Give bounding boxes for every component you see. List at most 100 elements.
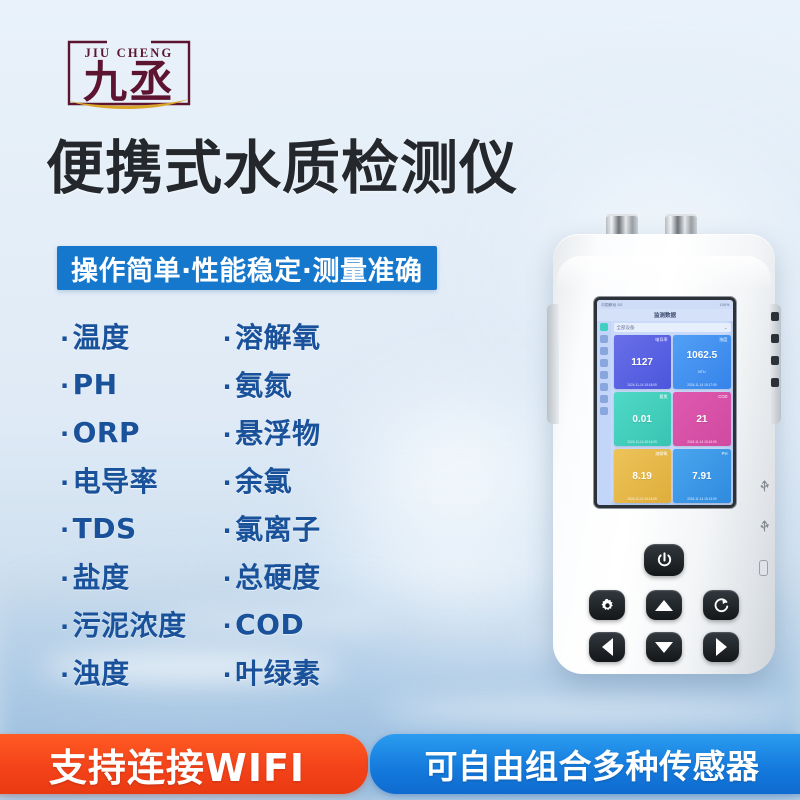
- device-selector-dropdown[interactable]: 全部设备 ⌄: [613, 323, 731, 332]
- bullet-icon: ·: [222, 517, 233, 545]
- feature-item-temperature: · 温度: [60, 316, 222, 356]
- sidebar-item-qrcode-icon[interactable]: [600, 407, 608, 415]
- feature-item-chlorophyll: · 叶绿素: [222, 652, 380, 692]
- wifi-banner-text: 支持连接WIFI: [48, 745, 306, 790]
- device-side-rail-left: [547, 304, 559, 424]
- feature-item-cod: · COD: [222, 608, 380, 641]
- measurement-card-conductivity[interactable]: 电导率 1127 2024-11-14 15:18:09: [613, 334, 671, 389]
- chevron-down-icon: [655, 641, 673, 653]
- card-label: COD: [718, 393, 728, 399]
- bullet-icon: ·: [60, 515, 70, 544]
- device-grip-notch: [771, 356, 779, 365]
- card-value: 21: [696, 413, 708, 425]
- card-value: 7.91: [692, 470, 712, 482]
- up-button[interactable]: [646, 590, 682, 620]
- logo-swoosh-icon: [69, 99, 189, 110]
- measurement-card-dissolved-oxygen[interactable]: 溶解氧 8.19 2024-11-14 15:14:09: [613, 448, 671, 503]
- bullet-icon: ·: [60, 325, 70, 353]
- brand-logo: JIU CHENG 九丞: [55, 34, 203, 118]
- power-button[interactable]: [644, 544, 684, 576]
- screen-content: 全部设备 ⌄ 电导率 1127 2024-11-14 15:18:09 浊度 1…: [611, 321, 733, 505]
- measurement-card-cod[interactable]: COD 21 2024-11-14 15:15:09: [673, 391, 731, 446]
- refresh-button[interactable]: [703, 590, 739, 620]
- feature-label: 余氯: [235, 465, 293, 498]
- feature-label: 叶绿素: [235, 657, 321, 690]
- feature-row: · 温度 · 溶解氧: [60, 312, 380, 360]
- bullet-icon: ·: [222, 373, 233, 401]
- device-grip-notch: [771, 312, 779, 321]
- feature-row: · 污泥浓度 · COD: [60, 600, 380, 648]
- card-label: 浊度: [719, 336, 728, 342]
- bullet-icon: ·: [222, 661, 233, 689]
- feature-item-sludge-concentration: · 污泥浓度: [60, 604, 222, 644]
- card-value: 1062.5: [686, 350, 718, 362]
- feature-label: 氯离子: [235, 513, 321, 546]
- usb-port-icon: [760, 480, 769, 492]
- wifi-banner: 支持连接WIFI: [0, 734, 368, 794]
- sensor-banner-text: 可自由组合多种传感器: [424, 747, 760, 786]
- sidebar-item-user-icon[interactable]: [600, 395, 608, 403]
- screen-title: 监测数据: [597, 309, 733, 321]
- feature-label: 总硬度: [235, 561, 321, 594]
- right-button[interactable]: [703, 632, 739, 662]
- feature-label: COD: [235, 607, 305, 641]
- feature-row: · 盐度 · 总硬度: [60, 552, 380, 600]
- feature-item-orp: · ORP: [60, 416, 222, 449]
- feature-list: · 温度 · 溶解氧 · PH · 氨氮 · ORP · 悬浮物 · 电导率 · 余氯 · TDS…: [60, 312, 380, 696]
- feature-label: 污泥浓度: [72, 609, 187, 642]
- bullet-icon: ·: [222, 325, 233, 353]
- feature-label: 温度: [72, 321, 130, 354]
- card-label: 电导率: [655, 336, 668, 342]
- sidebar-item-dashboard-icon[interactable]: [600, 323, 608, 331]
- gear-icon: [601, 598, 613, 610]
- sidebar-item-tool-icon[interactable]: [600, 371, 608, 379]
- screen-sidebar[interactable]: [597, 321, 611, 505]
- device-grip-notch: [771, 334, 779, 343]
- feature-label: 浊度: [72, 657, 130, 690]
- feature-item-ammonia-nitrogen: · 氨氮: [222, 364, 380, 404]
- sidebar-item-settings-icon[interactable]: [600, 383, 608, 391]
- status-carrier: 中国移动 5G: [601, 301, 623, 307]
- card-label: PH: [721, 450, 728, 456]
- feature-item-tds: · TDS: [60, 512, 222, 545]
- card-timestamp: 2024-11-14 15:18:09: [627, 383, 657, 387]
- bullet-icon: ·: [222, 611, 233, 640]
- feature-item-residual-chlorine: · 余氯: [222, 460, 380, 500]
- card-timestamp: 2024-11-14 15:16:09: [627, 440, 657, 444]
- card-timestamp: 2024-11-14 15:15:09: [687, 440, 717, 444]
- bullet-icon: ·: [60, 371, 70, 400]
- feature-item-conductivity: · 电导率: [60, 460, 222, 500]
- sidebar-item-list-icon[interactable]: [600, 347, 608, 355]
- card-unit: NTU: [698, 370, 706, 375]
- chevron-down-icon: ⌄: [723, 324, 728, 330]
- water-streak: [380, 700, 800, 722]
- settings-button[interactable]: [589, 590, 625, 620]
- feature-label: 电导率: [72, 465, 159, 498]
- card-value: 0.01: [632, 413, 652, 425]
- bullet-icon: ·: [222, 421, 233, 449]
- feature-item-turbidity: · 浊度: [60, 652, 222, 692]
- bullet-icon: ·: [60, 565, 70, 593]
- feature-row: · 浊度 · 叶绿素: [60, 648, 380, 696]
- feature-item-dissolved-oxygen: · 溶解氧: [222, 316, 380, 356]
- down-button[interactable]: [646, 632, 682, 662]
- charging-port-slot[interactable]: [759, 560, 768, 576]
- feature-label: 盐度: [72, 561, 130, 594]
- feature-label: ORP: [72, 415, 141, 449]
- measurement-card-turbidity[interactable]: 浊度 1062.5 NTU 2024-11-14 15:17:09: [673, 334, 731, 389]
- feature-row: · TDS · 氯离子: [60, 504, 380, 552]
- left-button[interactable]: [589, 632, 625, 662]
- feature-item-suspended-solids: · 悬浮物: [222, 412, 380, 452]
- card-timestamp: 2024-11-14 15:17:09: [687, 382, 717, 387]
- device-screen[interactable]: 中国移动 5G 100% 监测数据 全部设备 ⌄ 电导率 1127 2024-1…: [597, 300, 733, 505]
- bullet-icon: ·: [60, 419, 70, 448]
- status-battery: 100%: [719, 302, 730, 307]
- device-body: 中国移动 5G 100% 监测数据 全部设备 ⌄ 电导率 1127 2024-1…: [547, 234, 781, 674]
- screen-body: 全部设备 ⌄ 电导率 1127 2024-11-14 15:18:09 浊度 1…: [597, 321, 733, 505]
- card-value: 1127: [631, 356, 653, 368]
- sidebar-item-chart-icon[interactable]: [600, 335, 608, 343]
- sidebar-item-device-icon[interactable]: [600, 359, 608, 367]
- device-highlight: [557, 256, 771, 290]
- measurement-card-ammonia-nitrogen[interactable]: 氨氮 0.01 2024-11-14 15:16:09: [613, 391, 671, 446]
- measurement-card-ph[interactable]: PH 7.91 2024-11-14 15:13:09: [673, 448, 731, 503]
